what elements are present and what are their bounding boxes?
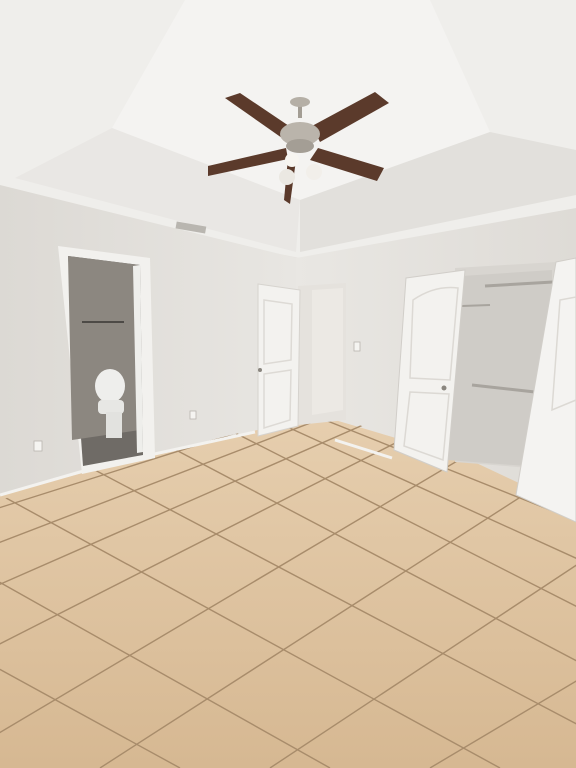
hallway-doorway [257,283,346,437]
light-switch[interactable] [353,341,361,352]
toilet [95,369,125,403]
fan-light [279,169,295,185]
room-scene [0,0,576,768]
fan-light [285,153,299,167]
outlet [189,410,197,420]
fan-light [306,164,322,180]
room-photo [0,0,576,768]
outlet [33,440,43,452]
bathroom-doorway [58,246,155,474]
